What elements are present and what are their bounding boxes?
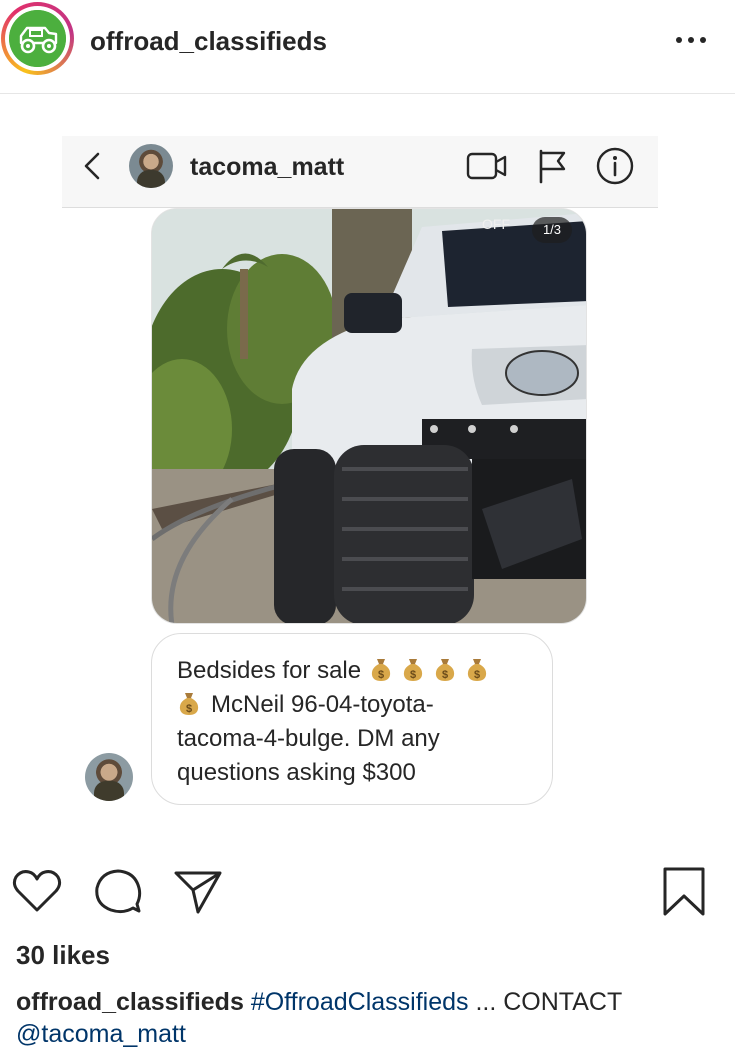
dm-avatar [129,144,173,188]
more-horizontal-icon[interactable] [674,30,708,50]
caption-text: ... CONTACT [468,988,623,1016]
svg-text:$: $ [378,669,384,681]
dm-username: tacoma_matt [190,153,345,181]
money-bag-icon: $ [403,659,423,681]
jeep-logo-icon [9,10,66,67]
message-line-4: questions asking $300 [177,759,416,786]
photo-counter: 1/3 [532,217,572,243]
svg-text:$: $ [410,669,416,681]
info-icon [596,147,634,185]
likes-count[interactable]: 30 likes [16,940,110,971]
post-caption: offroad_classifieds #OffroadClassifieds … [16,986,716,1050]
post-header: offroad_classifieds [0,0,735,94]
post-image[interactable]: tacoma_matt OFF 1/3 Bedsides for sale $ … [62,136,658,810]
caption-hashtag[interactable]: #OffroadClassifieds [251,988,469,1016]
comment-icon[interactable] [93,866,143,916]
money-bag-icon: $ [467,659,487,681]
dm-header: tacoma_matt [62,136,658,208]
paper-plane-icon[interactable] [172,866,224,916]
text-message: Bedsides for sale $ $ $ $ $ McNeil 96-04-toyo… [151,633,553,805]
money-bag-icon: $ [179,693,199,715]
money-bag-icon: $ [371,659,391,681]
account-name[interactable]: offroad_classifieds [90,26,327,57]
message-line-3: tacoma-4-bulge. DM any [177,725,440,752]
message-line-2: $ McNeil 96-04-toyota- [177,688,528,722]
caption-username[interactable]: offroad_classifieds [16,988,244,1016]
message-line-1: Bedsides for sale $ $ $ $ [177,654,528,688]
caption-mention[interactable]: @tacoma_matt [16,1020,186,1048]
svg-text:$: $ [474,669,480,681]
account-avatar[interactable] [1,2,74,75]
truck-photo: OFF [152,209,586,623]
bookmark-icon[interactable] [661,866,707,918]
money-bag-icon: $ [435,659,455,681]
heart-icon[interactable] [12,868,62,914]
video-camera-icon [466,152,507,180]
sender-avatar [85,753,133,801]
svg-text:$: $ [186,703,192,715]
photo-message: OFF 1/3 [151,208,587,624]
chevron-left-icon [84,152,100,180]
svg-text:$: $ [442,669,448,681]
svg-text:OFF: OFF [482,216,510,232]
flag-icon [539,149,566,184]
